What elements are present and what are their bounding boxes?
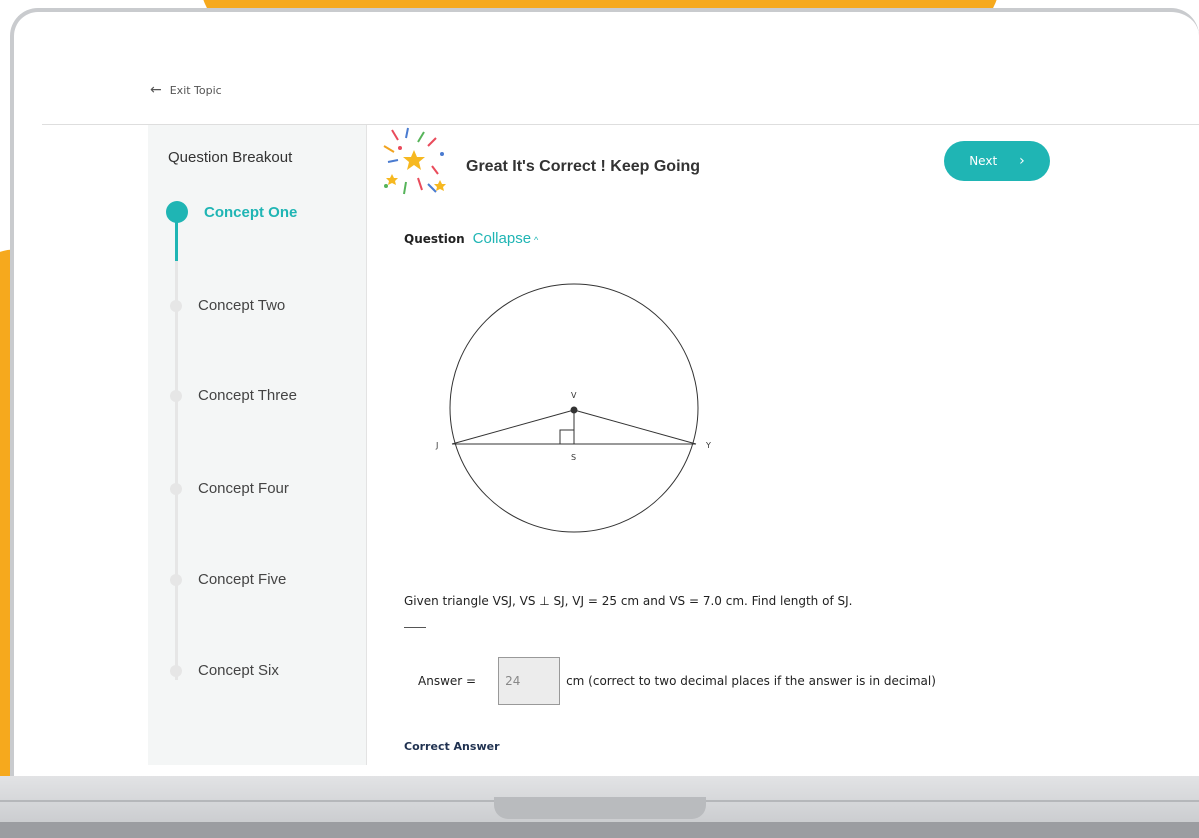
collapse-label: Collapse	[472, 230, 532, 247]
sidebar-title: Question Breakout	[168, 149, 293, 166]
right-angle-marker	[559, 429, 575, 445]
sidebar-item-label: Concept Four	[198, 480, 289, 497]
sidebar-item-concept-two[interactable]: Concept Two	[166, 297, 285, 314]
sidebar-item-label: Concept Six	[198, 662, 279, 679]
next-button-label: Next	[969, 154, 998, 168]
sidebar-item-concept-three[interactable]: Concept Three	[166, 387, 297, 404]
answer-blank-line	[404, 627, 426, 628]
answer-suffix: cm (correct to two decimal places if the…	[566, 674, 936, 688]
geometry-diagram: V J S Y	[435, 283, 711, 533]
point-v	[570, 406, 578, 414]
sidebar-item-label: Concept One	[204, 203, 298, 221]
label-j: J	[435, 441, 438, 450]
progress-track	[175, 225, 178, 680]
step-dot-icon	[170, 573, 182, 586]
next-button[interactable]: Next ›	[944, 141, 1050, 181]
sidebar-item-concept-one[interactable]: Concept One	[166, 201, 297, 223]
problem-text: Given triangle VSJ, VS ⊥ SJ, VJ = 25 cm …	[404, 594, 853, 608]
question-label: Question	[404, 232, 465, 246]
correct-answer-label: Correct Answer	[404, 740, 500, 753]
label-y: Y	[705, 441, 711, 450]
step-dot-icon	[170, 299, 182, 312]
feedback-message: Great It's Correct ! Keep Going	[466, 158, 701, 175]
sidebar-item-concept-four[interactable]: Concept Four	[166, 480, 289, 497]
sidebar-item-concept-six[interactable]: Concept Six	[166, 662, 279, 679]
sidebar-item-label: Concept Five	[198, 571, 287, 588]
arrow-left-icon: ←	[150, 82, 162, 98]
segment-jv	[451, 409, 575, 445]
answer-label: Answer =	[418, 674, 477, 688]
step-dot-icon	[170, 664, 182, 677]
confetti-icon	[383, 127, 446, 195]
answer-row: Answer = 24 cm (correct to two decimal p…	[418, 657, 936, 705]
exit-topic-link[interactable]: ← Exit Topic	[150, 82, 222, 98]
exit-topic-label: Exit Topic	[169, 83, 222, 97]
collapse-toggle[interactable]: Collapse ^	[473, 230, 539, 247]
sidebar-item-concept-five[interactable]: Concept Five	[166, 571, 286, 588]
question-breakout-sidebar: Question Breakout Concept One Concept Tw…	[148, 125, 367, 765]
laptop-lower-edge	[0, 822, 1199, 838]
laptop-screen: ← Exit Topic Question Breakout Concept O…	[10, 8, 1199, 778]
label-s: S	[571, 453, 576, 462]
step-dot-icon	[170, 389, 182, 402]
chevron-right-icon: ›	[1019, 153, 1025, 169]
question-header: Question Collapse ^	[404, 230, 538, 247]
sidebar-item-label: Concept Two	[198, 297, 286, 314]
step-dot-icon	[170, 482, 182, 495]
answer-input[interactable]: 24	[498, 657, 561, 705]
sidebar-item-label: Concept Three	[198, 387, 297, 404]
segment-vy	[573, 409, 697, 445]
laptop-notch	[494, 797, 706, 819]
step-dot-icon	[166, 201, 188, 223]
label-v: V	[571, 391, 577, 400]
chevron-up-icon: ^	[534, 235, 539, 245]
